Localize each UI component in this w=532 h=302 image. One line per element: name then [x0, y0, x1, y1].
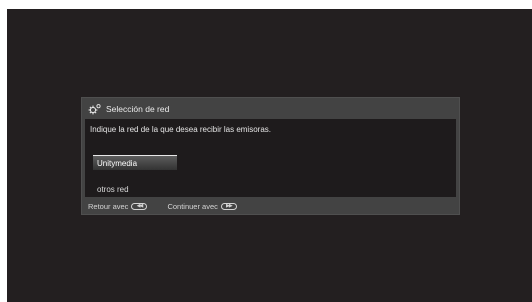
dialog-title: Selección de red — [106, 103, 170, 114]
network-selection-dialog: Selección de red Indique la red de la qu… — [81, 97, 460, 215]
fast-forward-button-icon: ▶▶ — [220, 203, 237, 210]
rewind-button-icon: ◀◀ — [131, 203, 148, 210]
network-option-unitymedia[interactable]: Unitymedia — [93, 155, 177, 170]
network-option-other[interactable]: otros red — [93, 182, 177, 197]
continue-hint[interactable]: Continuer avec ▶▶ — [167, 202, 237, 211]
tv-screen: Selección de red Indique la red de la qu… — [7, 9, 532, 302]
option-label: otros red — [97, 185, 129, 194]
option-label: Unitymedia — [97, 158, 138, 168]
network-prompt: Indique la red de la que desea recibir l… — [90, 125, 271, 134]
dialog-footer: Retour avec ◀◀ Continuer avec ▶▶ — [82, 199, 459, 214]
dialog-content: Indique la red de la que desea recibir l… — [85, 119, 456, 197]
dialog-title-bar: Selección de red — [82, 98, 459, 119]
continue-label: Continuer avec — [167, 202, 218, 211]
gear-icon — [88, 103, 102, 115]
back-label: Retour avec — [88, 202, 129, 211]
back-hint[interactable]: Retour avec ◀◀ — [88, 202, 148, 211]
